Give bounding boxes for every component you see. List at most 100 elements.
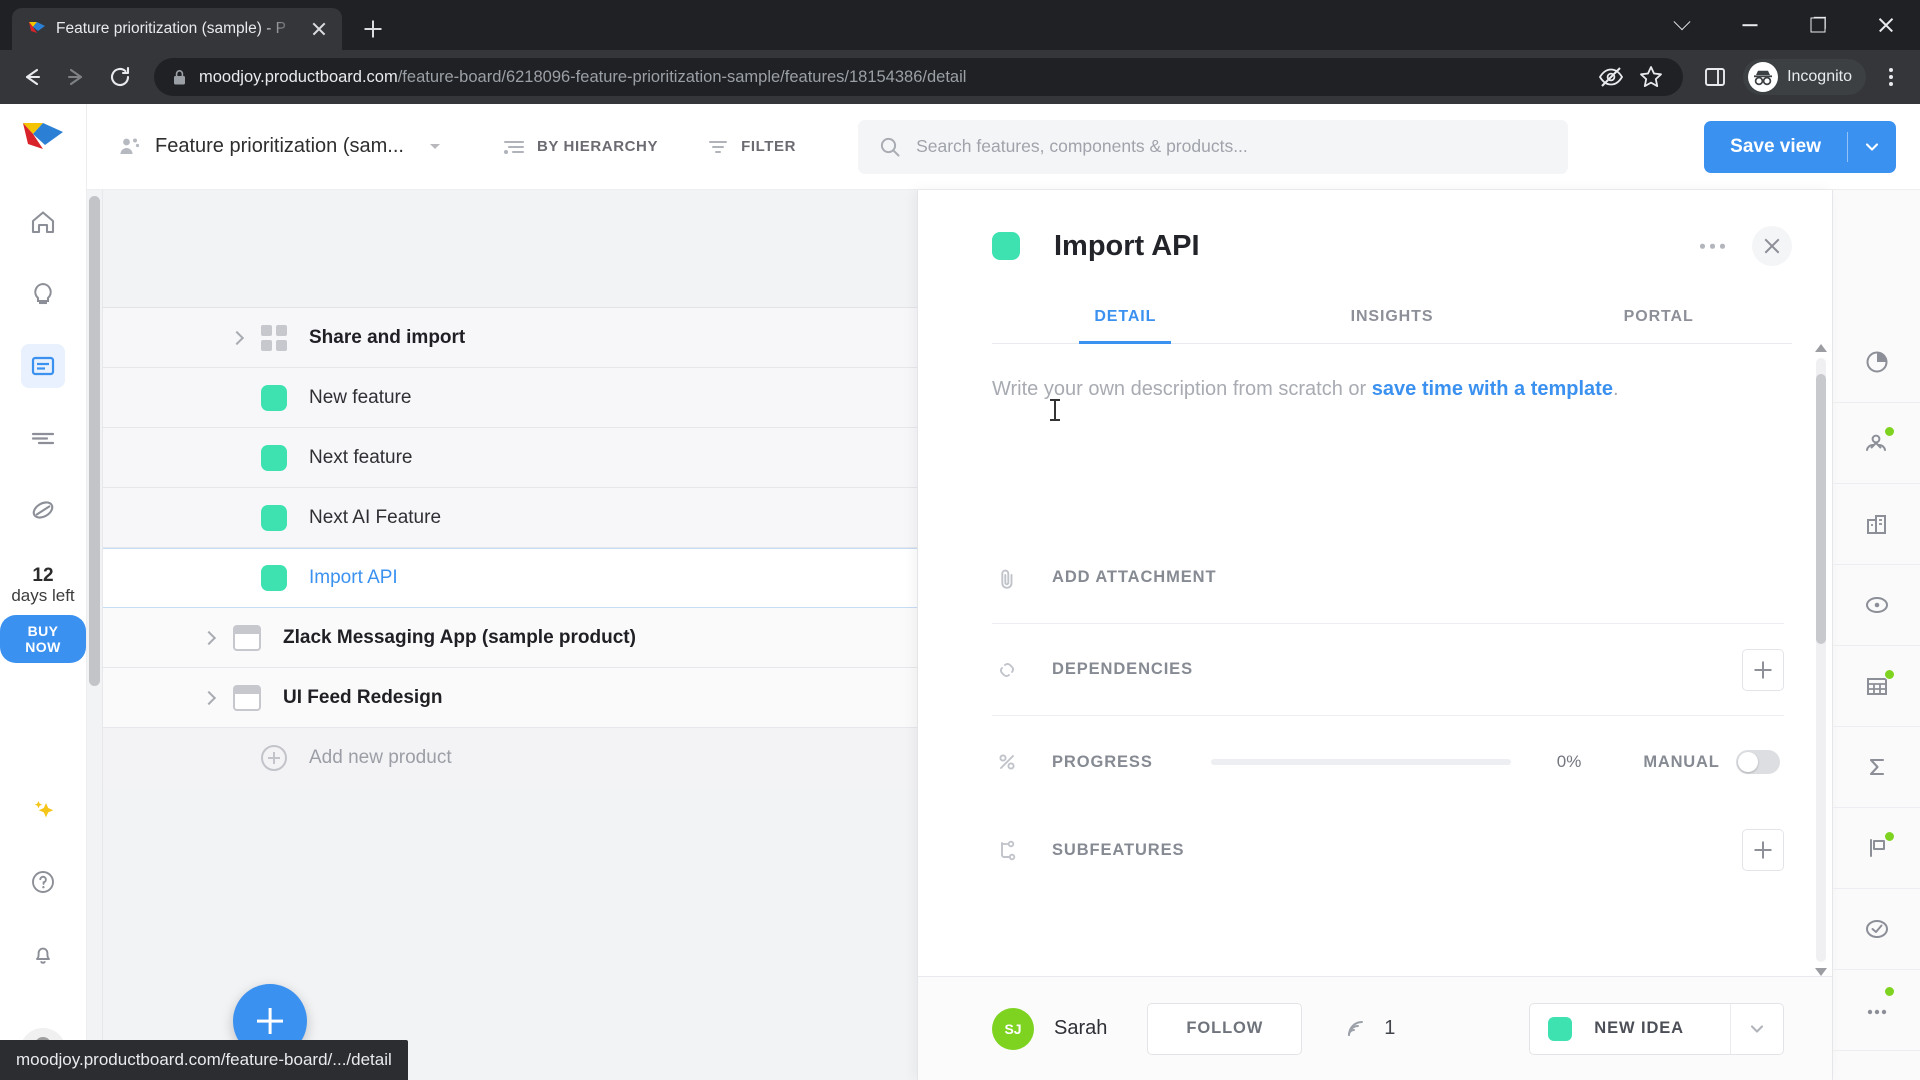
column-status-check[interactable] [1833,889,1920,970]
feature-color-swatch [261,444,287,471]
list-item-label: Zlack Messaging App (sample product) [283,626,636,648]
chevron-down-icon[interactable] [1648,2,1716,48]
list-item[interactable]: UI Feed Redesign [87,668,917,728]
add-dependency-button[interactable] [1742,648,1784,691]
list-item[interactable]: Next feature [87,428,917,488]
minimize-icon[interactable] [1716,2,1784,48]
side-panel-icon[interactable] [1697,59,1733,95]
back-icon[interactable] [12,57,52,97]
list-item-selected[interactable]: Import API [87,548,917,608]
list-item[interactable]: Share and import [87,308,917,368]
column-segments[interactable] [1833,646,1920,727]
sidebar-item-roadmap[interactable] [21,416,65,460]
column-objective[interactable] [1833,565,1920,646]
address-bar[interactable]: moodjoy.productboard.com/feature-board/6… [154,58,1684,96]
maximize-icon[interactable] [1784,2,1852,48]
column-score-sum[interactable] [1833,727,1920,808]
tab-insights[interactable]: INSIGHTS [1259,308,1526,343]
add-attachment-row[interactable]: ADD ATTACHMENT [992,532,1784,624]
column-effort-score[interactable] [1833,322,1920,403]
detail-scrollbar[interactable] [1816,358,1826,962]
badge-indicator [1884,669,1895,680]
product-icon [233,684,261,711]
owner-avatar[interactable]: SJ [992,1007,1034,1050]
sidebar-item-home[interactable] [21,200,65,244]
subfeatures-icon [992,837,1022,863]
save-view-button[interactable]: Save view [1704,120,1896,173]
bookmark-star-icon[interactable] [1633,59,1669,95]
column-more[interactable] [1833,970,1920,1051]
list-item-label: Share and import [309,326,466,348]
list-item-label: Next feature [309,446,413,468]
save-view-dropdown-icon[interactable] [1848,121,1896,173]
chevron-down-icon[interactable] [429,144,440,149]
chevron-right-icon[interactable] [199,627,221,649]
trial-days-count: 12 [32,565,54,586]
page-title: Import API [1054,229,1200,262]
tracking-blocked-icon[interactable] [1593,59,1629,95]
progress-value: 0% [1556,752,1582,771]
incognito-label: Incognito [1787,68,1852,85]
use-template-link[interactable]: save time with a template [1372,378,1613,400]
incognito-indicator[interactable]: Incognito [1743,59,1866,95]
description-editor[interactable]: Write your own description from scratch … [918,344,1832,421]
status-badge: NEW IDEA [1594,1019,1684,1037]
feature-color-swatch[interactable] [992,232,1020,260]
sidebar-item-objectives[interactable] [21,488,65,532]
reload-icon[interactable] [100,57,140,97]
hierarchy-icon [502,135,526,159]
list-item[interactable]: New feature [87,368,917,428]
search-input[interactable]: Search features, components & products..… [858,119,1569,174]
buy-now-button[interactable]: BUY NOW [0,615,86,664]
add-subfeature-button[interactable] [1742,829,1784,871]
close-icon[interactable] [1752,226,1792,266]
more-options-icon[interactable] [1696,231,1730,261]
omnibox-actions [1593,59,1669,95]
status-selector[interactable]: NEW IDEA [1529,1002,1784,1055]
home-icon [28,207,58,237]
column-release[interactable] [1833,808,1920,889]
detail-scrollbar-thumb[interactable] [1816,374,1826,644]
column-user-impact[interactable] [1833,403,1920,484]
list-scrollbar-thumb[interactable] [89,196,100,686]
add-new-product-row[interactable]: Add new product [87,728,917,788]
browser-tab[interactable]: Feature prioritization (sample) - P [12,8,342,50]
chevron-right-icon[interactable] [199,687,221,709]
progress-mode-toggle[interactable] [1735,750,1780,774]
tab-portal[interactable]: PORTAL [1525,308,1792,343]
filter-button[interactable]: FILTER [696,127,806,167]
progress-bar[interactable] [1210,759,1511,765]
detail-footer: SJ Sarah FOLLOW 1 NEW IDEA [918,976,1832,1080]
forward-icon[interactable] [56,57,96,97]
list-item-label: UI Feed Redesign [283,686,443,708]
tab-close-icon[interactable] [308,18,330,40]
sigma-icon [1862,752,1892,782]
sidebar-item-notifications[interactable] [21,932,65,976]
main-area: Feature prioritization (sam... BY HIERAR… [87,104,1920,1080]
list-scrollbar[interactable] [87,190,103,1080]
kebab-menu-icon[interactable] [1874,57,1908,97]
sidebar-item-help[interactable] [21,860,65,904]
dependencies-row[interactable]: DEPENDENCIES [992,624,1784,716]
sidebar-item-ai[interactable] [21,788,65,832]
follow-button[interactable]: FOLLOW [1147,1002,1303,1055]
detail-header: Import API DETAIL INSIGHTS PORTAL [918,190,1832,344]
sidebar-item-features[interactable] [21,344,65,388]
status-dropdown-icon[interactable] [1731,1020,1783,1038]
insights-count-group[interactable]: 1 [1344,1016,1395,1042]
chevron-right-icon[interactable] [227,327,249,349]
by-hierarchy-button[interactable]: BY HIERARCHY [492,127,668,167]
sidebar-item-insights[interactable] [21,272,65,316]
column-company[interactable] [1833,484,1920,565]
new-tab-button[interactable] [356,12,390,46]
close-window-icon[interactable] [1852,2,1920,48]
productboard-logo[interactable] [21,120,65,156]
list-item[interactable]: Next AI Feature [87,488,917,548]
board-selector[interactable]: Feature prioritization (sam... [117,134,440,160]
check-circle-icon [1862,914,1892,944]
tab-detail[interactable]: DETAIL [992,308,1259,343]
scroll-up-icon[interactable] [1815,344,1827,352]
scroll-down-icon[interactable] [1815,968,1827,976]
subfeatures-row[interactable]: SUBFEATURES [992,808,1784,892]
list-item[interactable]: Zlack Messaging App (sample product) [87,608,917,668]
